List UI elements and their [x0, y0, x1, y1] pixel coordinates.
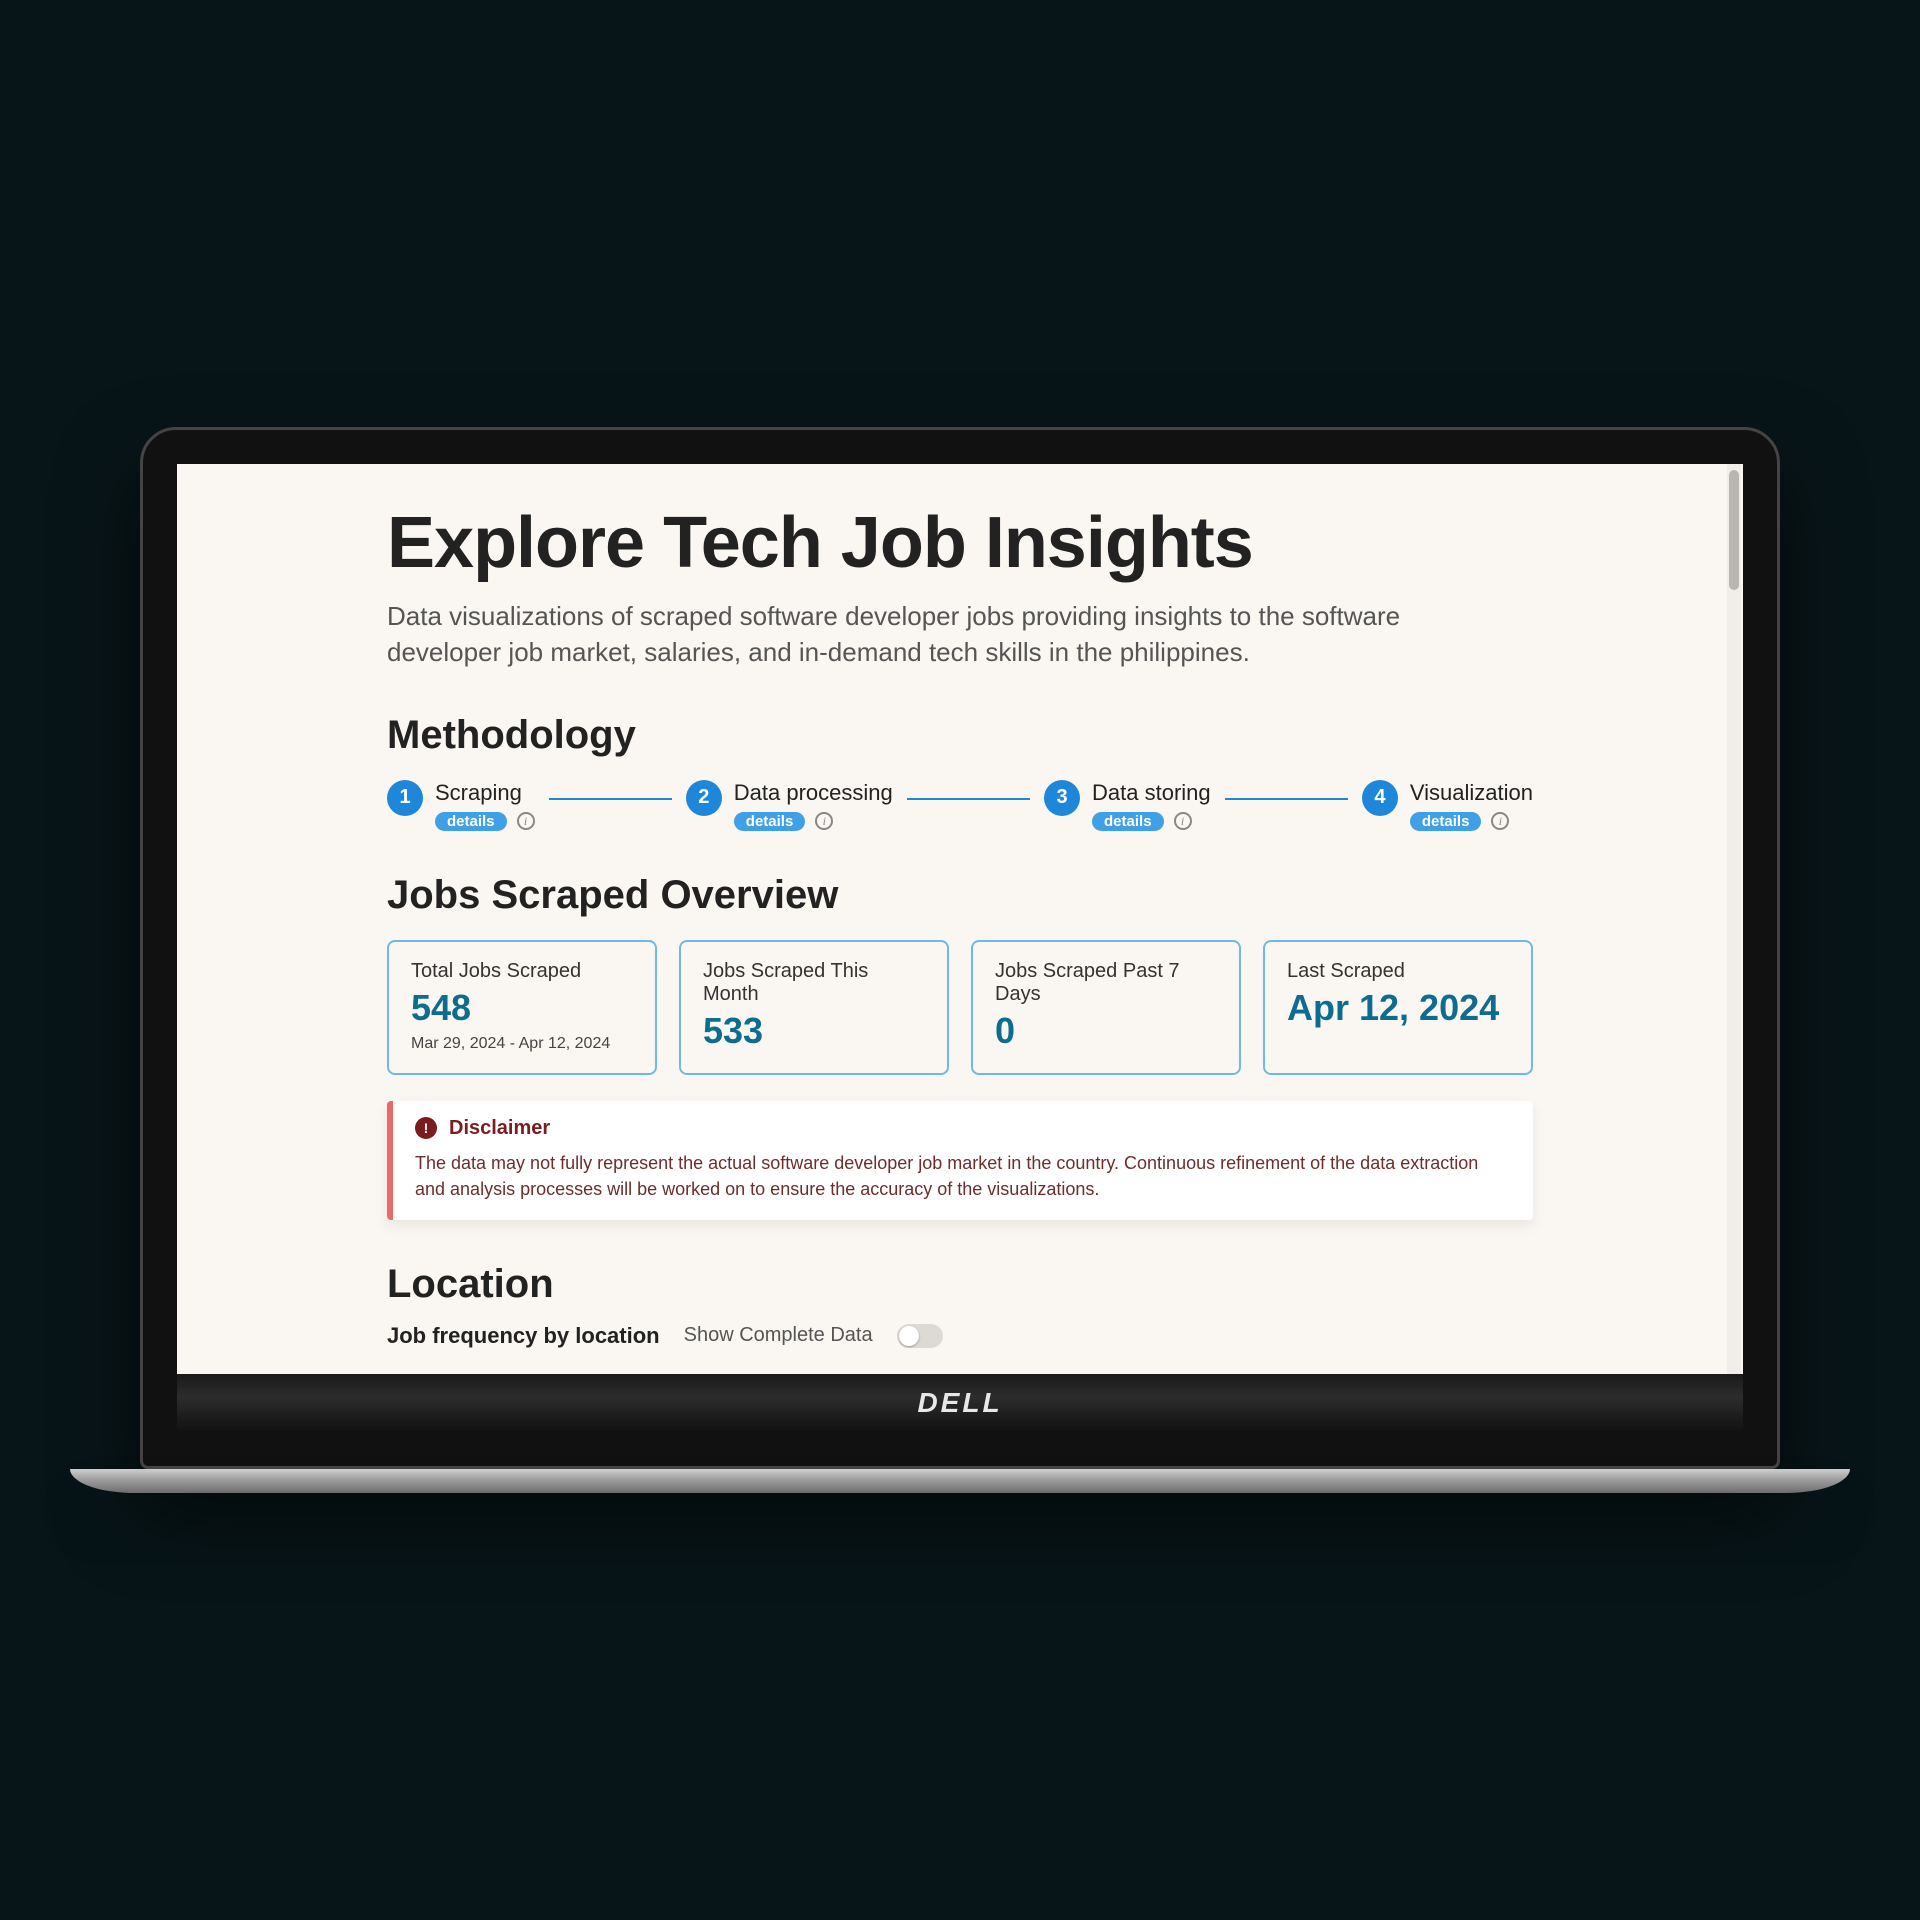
step-connector — [1225, 798, 1348, 800]
page-title: Explore Tech Job Insights — [387, 502, 1533, 584]
step-number-icon: 1 — [387, 780, 423, 816]
brand-logo: DELL — [917, 1387, 1002, 1419]
step-number-icon: 3 — [1044, 780, 1080, 816]
step-title: Data processing — [734, 780, 893, 806]
screen: Explore Tech Job Insights Data visualiza… — [177, 464, 1743, 1374]
card-value: 0 — [995, 1010, 1217, 1052]
overview-cards: Total Jobs Scraped 548 Mar 29, 2024 - Ap… — [387, 940, 1533, 1075]
step-title: Data storing — [1092, 780, 1211, 806]
disclaimer-panel: ! Disclaimer The data may not fully repr… — [387, 1101, 1533, 1220]
step-title: Scraping — [435, 780, 535, 806]
page-content: Explore Tech Job Insights Data visualiza… — [177, 464, 1743, 1374]
scrollbar-thumb[interactable] — [1729, 470, 1739, 590]
location-heading: Location — [387, 1262, 1533, 1307]
info-icon[interactable]: i — [1491, 812, 1509, 830]
step-scraping: 1 Scraping details i — [387, 780, 535, 831]
laptop-hinge: DELL — [177, 1374, 1743, 1432]
location-subheading: Job frequency by location — [387, 1323, 660, 1349]
card-value: 548 — [411, 987, 633, 1029]
laptop-frame: Explore Tech Job Insights Data visualiza… — [140, 427, 1780, 1493]
details-button[interactable]: details — [435, 812, 507, 831]
show-complete-data-toggle[interactable] — [897, 1324, 943, 1348]
card-label: Jobs Scraped This Month — [703, 960, 925, 1006]
step-visualization: 4 Visualization details i — [1362, 780, 1533, 831]
info-icon[interactable]: i — [517, 812, 535, 830]
disclaimer-title: Disclaimer — [449, 1117, 550, 1140]
card-this-month: Jobs Scraped This Month 533 — [679, 940, 949, 1075]
step-connector — [907, 798, 1030, 800]
step-connector — [549, 798, 672, 800]
card-sub: Mar 29, 2024 - Apr 12, 2024 — [411, 1035, 633, 1053]
card-total-jobs: Total Jobs Scraped 548 Mar 29, 2024 - Ap… — [387, 940, 657, 1075]
toggle-label: Show Complete Data — [684, 1324, 873, 1347]
details-button[interactable]: details — [1092, 812, 1164, 831]
step-data-processing: 2 Data processing details i — [686, 780, 893, 831]
info-icon[interactable]: i — [1174, 812, 1192, 830]
disclaimer-body: The data may not fully represent the act… — [415, 1150, 1511, 1202]
info-icon[interactable]: i — [815, 812, 833, 830]
card-value: 533 — [703, 1010, 925, 1052]
card-label: Total Jobs Scraped — [411, 960, 633, 983]
scrollbar[interactable] — [1727, 464, 1741, 1374]
page-lead: Data visualizations of scraped software … — [387, 598, 1447, 671]
overview-heading: Jobs Scraped Overview — [387, 873, 1533, 918]
methodology-heading: Methodology — [387, 713, 1533, 758]
card-past-7-days: Jobs Scraped Past 7 Days 0 — [971, 940, 1241, 1075]
alert-icon: ! — [415, 1117, 437, 1139]
step-title: Visualization — [1410, 780, 1533, 806]
step-number-icon: 4 — [1362, 780, 1398, 816]
location-controls: Job frequency by location Show Complete … — [387, 1323, 1533, 1349]
laptop-base — [70, 1469, 1850, 1493]
card-last-scraped: Last Scraped Apr 12, 2024 — [1263, 940, 1533, 1075]
card-label: Last Scraped — [1287, 960, 1509, 983]
step-number-icon: 2 — [686, 780, 722, 816]
card-label: Jobs Scraped Past 7 Days — [995, 960, 1217, 1006]
details-button[interactable]: details — [1410, 812, 1482, 831]
details-button[interactable]: details — [734, 812, 806, 831]
laptop-lid: Explore Tech Job Insights Data visualiza… — [140, 427, 1780, 1469]
step-data-storing: 3 Data storing details i — [1044, 780, 1211, 831]
methodology-stepper: 1 Scraping details i 2 Da — [387, 780, 1533, 831]
card-value: Apr 12, 2024 — [1287, 987, 1509, 1029]
